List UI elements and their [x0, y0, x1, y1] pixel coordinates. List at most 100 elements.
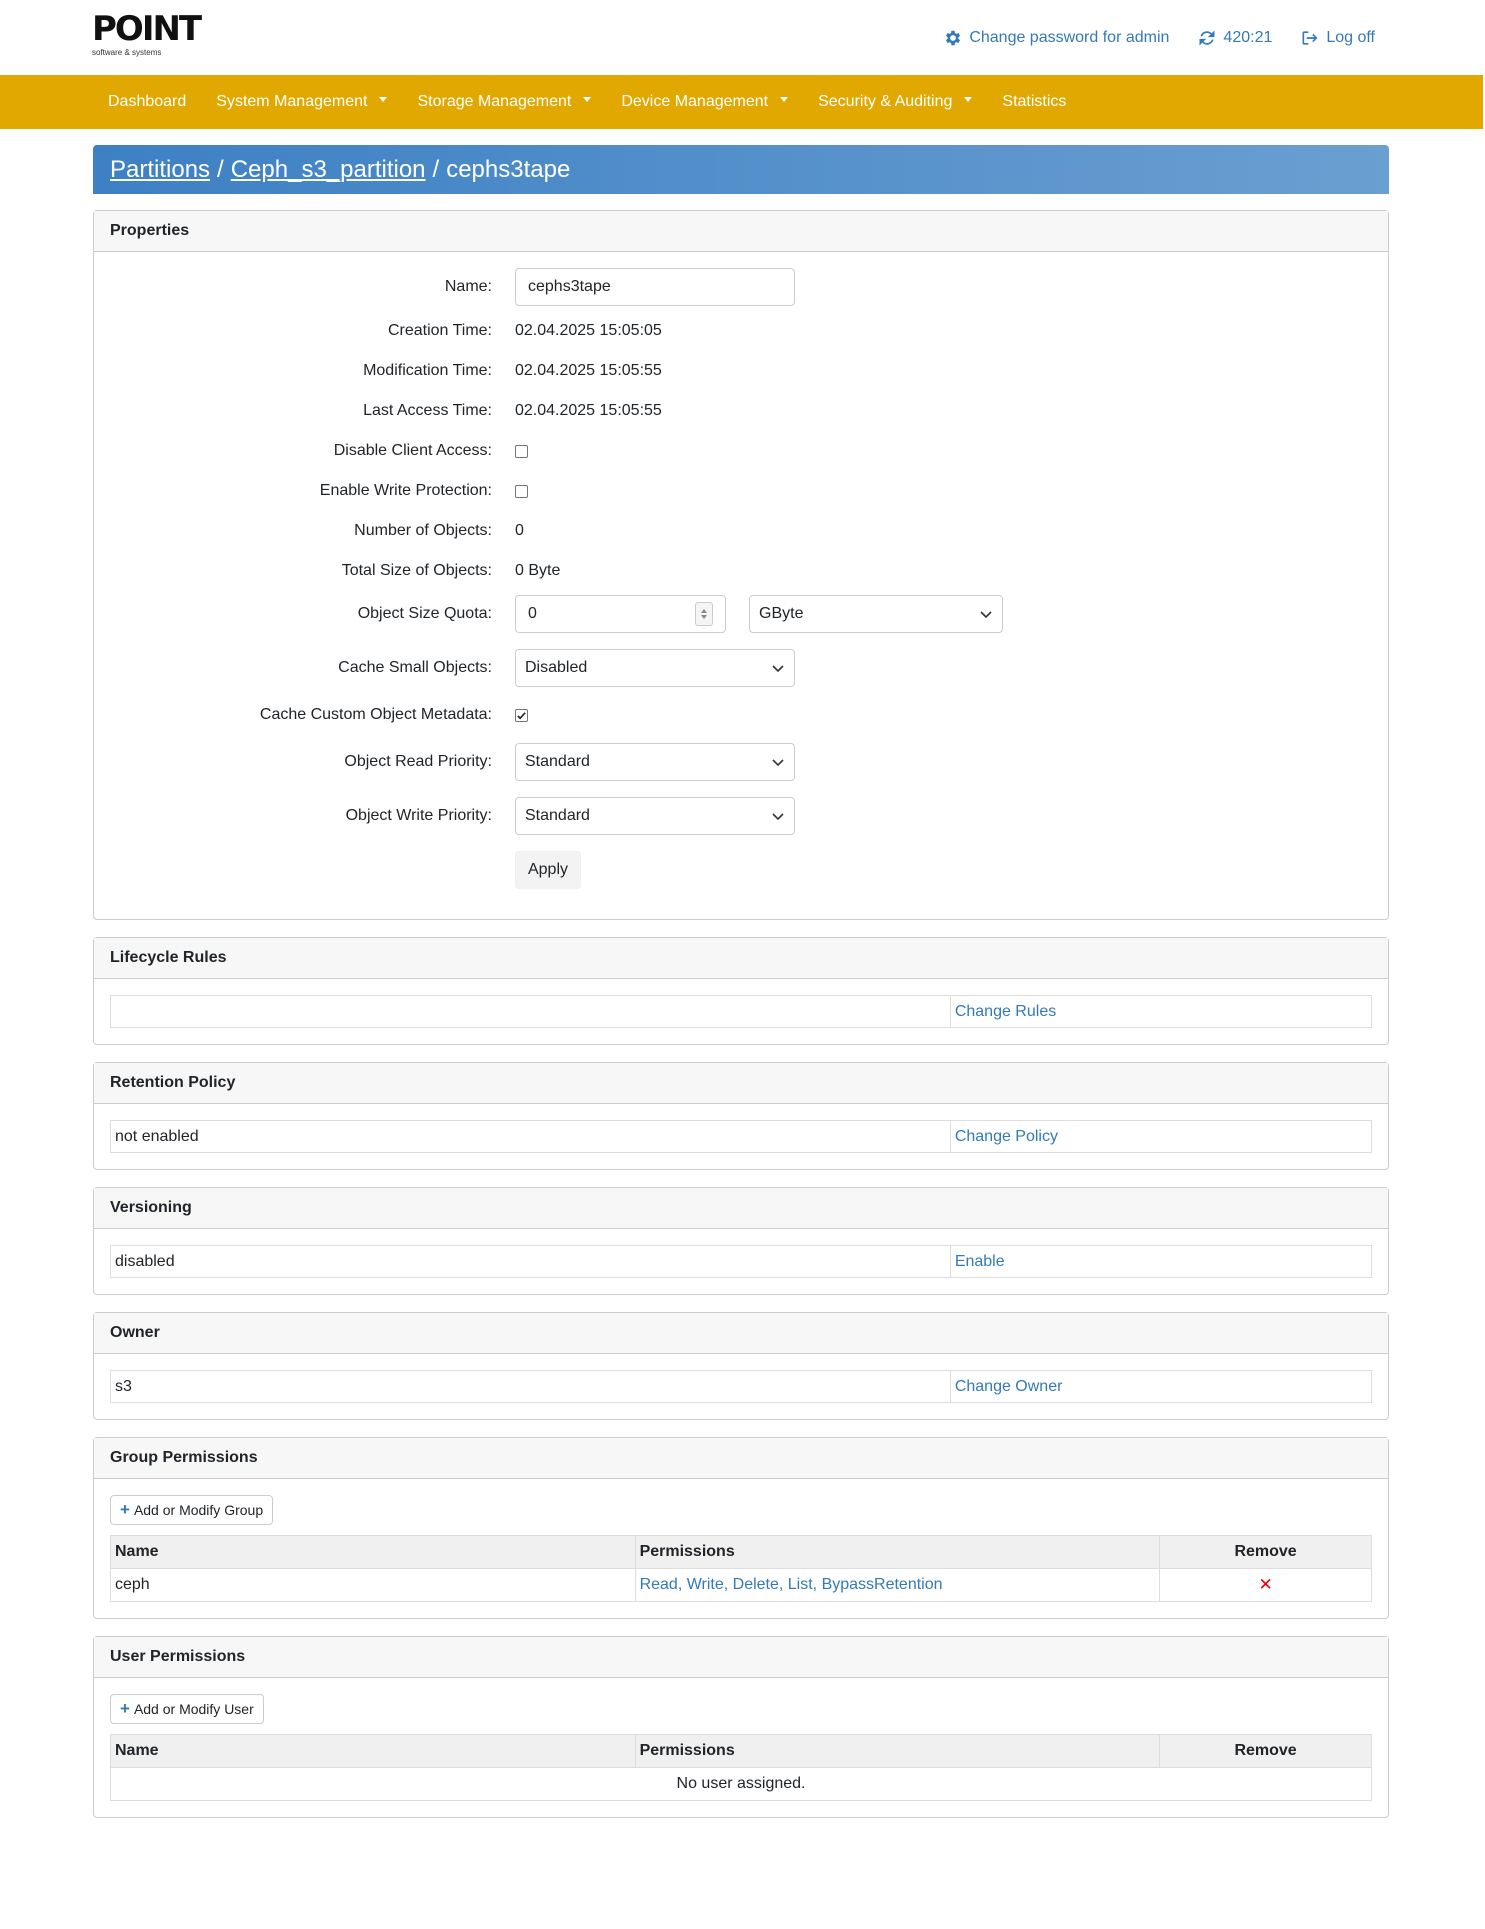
chevron-down-icon [772, 813, 784, 821]
num-objects-label: Number of Objects: [354, 522, 492, 539]
owner-value: s3 [110, 1370, 951, 1403]
retention-value: not enabled [110, 1120, 951, 1153]
creation-row: Creation Time: 02.04.2025 15:05:05 [110, 311, 1372, 351]
retention-table: not enabled Change Policy [110, 1120, 1373, 1153]
apply-row: Apply [110, 851, 1372, 889]
table-header-row: Name Permissions Remove [110, 1734, 1372, 1768]
plus-icon: + [120, 1500, 130, 1519]
add-group-button[interactable]: + Add or Modify Group [110, 1495, 274, 1525]
apply-button[interactable]: Apply [515, 851, 581, 889]
quota-stepper[interactable] [695, 602, 713, 626]
remove-icon[interactable]: ✕ [1258, 1575, 1272, 1594]
disable-client-label: Disable Client Access: [333, 442, 492, 459]
stepper-down-icon[interactable] [701, 615, 707, 619]
chevron-down-icon [772, 759, 784, 767]
cache-small-select[interactable]: Disabled [515, 649, 795, 687]
table-header-row: Name Permissions Remove [110, 1535, 1372, 1569]
total-size-row: Total Size of Objects: 0 Byte [110, 551, 1372, 591]
logo-text: POINT [92, 9, 202, 49]
nav-dashboard[interactable]: Dashboard [93, 93, 201, 111]
column-header-name: Name [110, 1734, 636, 1768]
name-input[interactable]: cephs3tape [515, 268, 795, 306]
nav-storage-management[interactable]: Storage Management [402, 93, 606, 111]
cache-meta-row: Cache Custom Object Metadata: [110, 695, 1372, 735]
num-objects-value: 0 [515, 522, 524, 539]
column-header-name: Name [110, 1535, 636, 1569]
name-row: Name: cephs3tape [110, 268, 1372, 306]
nav-label: Storage Management [417, 93, 572, 110]
nav-label: Device Management [621, 93, 769, 110]
nav-statistics[interactable]: Statistics [987, 93, 1081, 111]
change-password-link[interactable]: Change password for admin [943, 28, 1169, 48]
write-priority-value: Standard [525, 807, 590, 824]
write-protection-row: Enable Write Protection: [110, 471, 1372, 511]
change-policy-link[interactable]: Change Policy [955, 1128, 1058, 1145]
group-name: ceph [110, 1568, 636, 1602]
creation-label: Creation Time: [387, 322, 492, 339]
breadcrumb: Partitions / Ceph_s3_partition / cephs3t… [93, 145, 1389, 194]
owner-title: Owner [94, 1313, 1388, 1354]
last-access-row: Last Access Time: 02.04.2025 15:05:55 [110, 391, 1372, 431]
read-priority-value: Standard [525, 753, 590, 770]
write-priority-row: Object Write Priority: Standard [110, 797, 1372, 835]
nav-label: Security & Auditing [818, 93, 953, 110]
main-navbar: Dashboard System Management Storage Mana… [0, 75, 1483, 129]
quota-unit-value: GByte [759, 605, 804, 622]
add-user-label: Add or Modify User [133, 1701, 254, 1717]
write-priority-select[interactable]: Standard [515, 797, 795, 835]
disable-client-row: Disable Client Access: [110, 431, 1372, 471]
check-icon [517, 711, 526, 719]
total-size-label: Total Size of Objects: [341, 562, 492, 579]
write-protection-label: Enable Write Protection: [319, 482, 492, 499]
session-refresh-link[interactable]: 420:21 [1197, 28, 1272, 48]
nav-system-management[interactable]: System Management [201, 93, 402, 111]
change-rules-link[interactable]: Change Rules [955, 1003, 1056, 1020]
add-user-button[interactable]: + Add or Modify User [110, 1694, 264, 1724]
nav-label: Statistics [1002, 93, 1067, 110]
lifecycle-value [110, 995, 951, 1028]
quota-unit-select[interactable]: GByte [749, 595, 1003, 633]
nav-security-auditing[interactable]: Security & Auditing [803, 93, 987, 111]
versioning-value: disabled [110, 1245, 951, 1278]
properties-panel: Properties Name: cephs3tape Creation Tim… [93, 210, 1389, 920]
last-access-value: 02.04.2025 15:05:55 [515, 402, 662, 419]
retention-title: Retention Policy [94, 1063, 1388, 1104]
table-row: ceph Read, Write, Delete, List, BypassRe… [110, 1568, 1372, 1602]
quota-number-input[interactable]: 0 [515, 595, 726, 633]
chevron-down-icon [772, 665, 784, 673]
main-content: Partitions / Ceph_s3_partition / cephs3t… [93, 145, 1389, 1835]
logoff-icon [1302, 31, 1318, 45]
creation-value: 02.04.2025 15:05:05 [515, 322, 662, 339]
group-permissions-title: Group Permissions [94, 1438, 1388, 1479]
stepper-up-icon[interactable] [701, 609, 707, 613]
chevron-down-icon [980, 611, 992, 619]
enable-versioning-link[interactable]: Enable [955, 1253, 1005, 1270]
cache-meta-label: Cache Custom Object Metadata: [259, 706, 492, 723]
breadcrumb-current: cephs3tape [446, 155, 571, 183]
group-permissions-link[interactable]: Read, Write, Delete, List, BypassRetenti… [640, 1576, 943, 1593]
gear-icon [946, 30, 961, 46]
nav-label: System Management [216, 93, 368, 110]
logo: POINT software & systems [92, 9, 202, 66]
lifecycle-table: Change Rules [110, 995, 1373, 1028]
breadcrumb-partitions[interactable]: Partitions [110, 156, 210, 184]
logoff-link[interactable]: Log off [1300, 28, 1375, 48]
breadcrumb-ceph-partition[interactable]: Ceph_s3_partition [231, 156, 426, 184]
versioning-title: Versioning [94, 1188, 1388, 1229]
plus-icon: + [120, 1699, 130, 1718]
modification-label: Modification Time: [363, 362, 492, 379]
write-priority-label: Object Write Priority: [345, 807, 492, 824]
column-header-remove: Remove [1159, 1535, 1372, 1569]
change-owner-link[interactable]: Change Owner [955, 1378, 1063, 1395]
owner-panel: Owner s3 Change Owner [93, 1312, 1389, 1420]
read-priority-select[interactable]: Standard [515, 743, 795, 781]
write-protection-checkbox[interactable] [515, 484, 528, 498]
cache-meta-checkbox[interactable] [515, 708, 528, 722]
table-row: No user assigned. [110, 1767, 1372, 1801]
change-password-label: Change password for admin [969, 29, 1170, 46]
disable-client-checkbox[interactable] [515, 444, 528, 458]
last-access-label: Last Access Time: [363, 402, 492, 419]
nav-device-management[interactable]: Device Management [606, 93, 803, 111]
total-size-value: 0 Byte [515, 562, 561, 579]
add-group-label: Add or Modify Group [133, 1502, 264, 1518]
